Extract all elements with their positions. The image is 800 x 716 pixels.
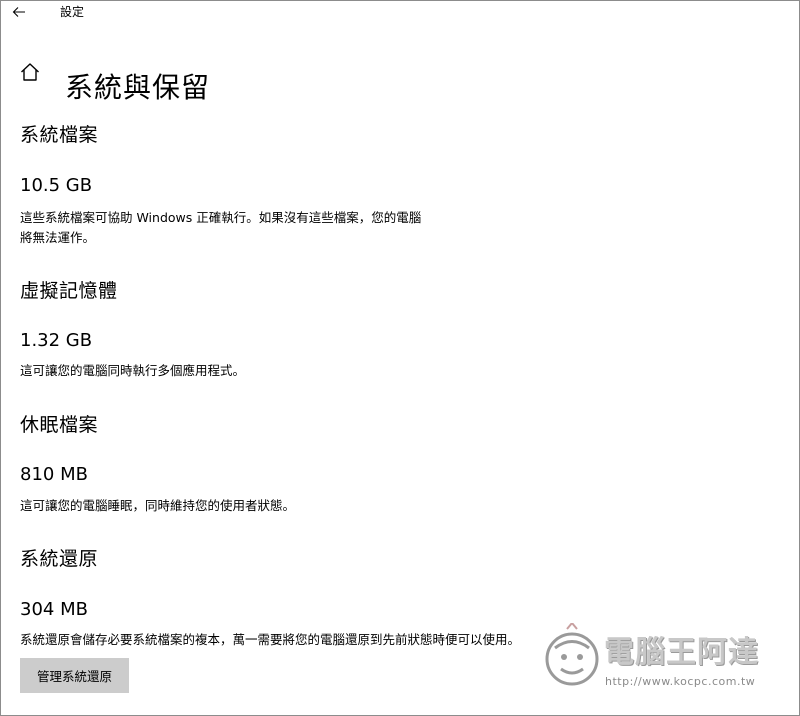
settings-window: 設定 系統與保留 系統檔案 10.5 GB 這些系統檔案可協助 Windows … — [0, 0, 800, 716]
mascot-face-icon — [545, 623, 599, 686]
section-hibernation-file: 休眠檔案 810 MB 這可讓您的電腦睡眠，同時維持您的使用者狀態。 — [20, 413, 780, 513]
manage-system-restore-button[interactable]: 管理系統還原 — [20, 658, 129, 693]
window-title: 設定 — [60, 5, 85, 19]
back-button[interactable] — [7, 2, 31, 22]
section-description: 系統還原會儲存必要系統檔案的複本，萬一需要將您的電腦還原到先前狀態時便可以使用。 — [20, 632, 521, 647]
page-title: 系統與保留 — [65, 70, 211, 104]
section-heading: 系統還原 — [20, 548, 99, 570]
section-heading: 休眠檔案 — [20, 414, 99, 436]
watermark-url: http://www.kocpc.com.tw — [605, 675, 756, 688]
section-description: 這可讓您的電腦睡眠，同時維持您的使用者狀態。 — [20, 498, 296, 513]
page-header: 系統與保留 — [1, 47, 799, 104]
section-description: 這些系統檔案可協助 Windows 正確執行。如果沒有這些檔案，您的電腦 將無法… — [20, 208, 490, 248]
title-bar: 設定 — [1, 1, 799, 25]
home-icon — [21, 63, 39, 81]
section-size: 304 MB — [20, 599, 88, 620]
description-line: 將無法運作。 — [20, 230, 96, 245]
section-virtual-memory: 虛擬記憶體 1.32 GB 這可讓您的電腦同時執行多個應用程式。 — [20, 279, 780, 378]
section-heading: 虛擬記憶體 — [20, 280, 118, 302]
section-system-files: 系統檔案 10.5 GB 這些系統檔案可協助 Windows 正確執行。如果沒有… — [20, 123, 780, 245]
watermark-name: 電腦王阿達 — [604, 635, 759, 670]
section-description: 這可讓您的電腦同時執行多個應用程式。 — [20, 363, 246, 378]
section-system-restore: 系統還原 304 MB 系統還原會儲存必要系統檔案的複本，萬一需要將您的電腦還原… — [20, 547, 780, 647]
section-heading: 系統檔案 — [20, 124, 99, 146]
section-size: 1.32 GB — [20, 330, 93, 351]
description-line: 這些系統檔案可協助 Windows 正確執行。如果沒有這些檔案，您的電腦 — [20, 210, 422, 225]
section-size: 10.5 GB — [20, 175, 93, 196]
watermark-logo: 電腦王阿達 http://www.kocpc.com.tw — [541, 621, 786, 701]
back-arrow-icon — [12, 7, 25, 17]
section-size: 810 MB — [20, 464, 88, 485]
